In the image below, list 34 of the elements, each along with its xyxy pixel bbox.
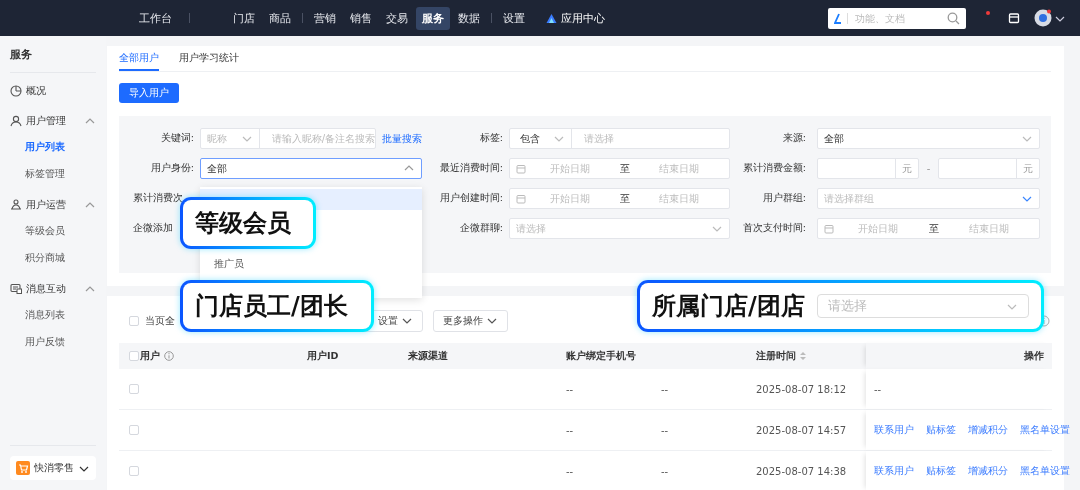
table-cell: -- (566, 424, 574, 436)
table-cell: -- (566, 465, 574, 477)
column-header: 账户绑定手机号 (566, 349, 636, 363)
filter-label: 企微群聊: (458, 222, 504, 235)
table-cell: 2025-08-07 18:12 (756, 383, 847, 395)
table-cell: 2025-08-07 14:57 (756, 424, 847, 436)
column-header: 注册时间 (756, 349, 796, 363)
filter-label: 首次支付时间: (741, 222, 807, 235)
filter-label: 用户身份: (149, 162, 195, 175)
range-dash: - (925, 163, 932, 174)
select-all-label: 当页全 (145, 313, 175, 328)
filter-label: 累计消费次 (132, 192, 184, 205)
column-header: 用户ID (307, 349, 339, 363)
column-header: 操作 (1024, 349, 1044, 363)
filter-label: 标签: (478, 132, 504, 145)
table-cell: -- (874, 383, 882, 395)
column-header: 用户 (140, 349, 160, 363)
filter-label: 企微添加 (132, 222, 174, 235)
table-cell: 2025-08-07 14:38 (756, 465, 847, 477)
filter-label: 关键词: (159, 132, 195, 145)
callout-text: 等级会员 (195, 208, 291, 239)
filter-label: 用户群组: (761, 192, 807, 205)
callout-text: 所属门店/团店 (652, 291, 805, 322)
table-cell: -- (661, 383, 669, 395)
filter-label: 最近消费时间: (438, 162, 504, 175)
column-header: 来源渠道 (408, 349, 448, 363)
table-cell: -- (566, 383, 574, 395)
filter-label: 累计消费金额: (741, 162, 807, 175)
table-cell: -- (661, 465, 669, 477)
callout-text: 门店员工/团长 (195, 291, 348, 322)
filter-label: 用户创建时间: (438, 192, 504, 205)
table-cell: -- (661, 424, 669, 436)
sidebar-title: 服务 (10, 47, 33, 63)
filter-label: 来源: (781, 132, 807, 145)
